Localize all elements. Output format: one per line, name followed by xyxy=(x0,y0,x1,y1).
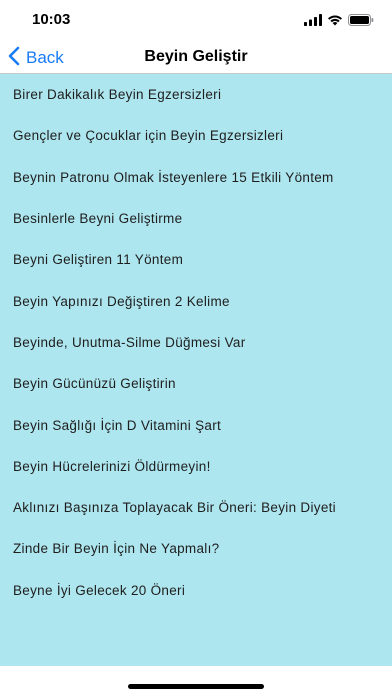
page-title: Beyin Geliştir xyxy=(144,48,248,65)
list-item[interactable]: Aklınızı Başınıza Toplayacak Bir Öneri: … xyxy=(0,487,392,528)
list-item[interactable]: Beyinde, Unutma-Silme Düğmesi Var xyxy=(0,322,392,363)
list-item[interactable]: Beyni Geliştiren 11 Yöntem xyxy=(0,239,392,280)
list-item[interactable]: Zinde Bir Beyin İçin Ne Yapmalı? xyxy=(0,528,392,569)
list-item-label: Beyin Yapınızı Değiştiren 2 Kelime xyxy=(13,293,230,309)
list-item-label: Aklınızı Başınıza Toplayacak Bir Öneri: … xyxy=(13,500,336,516)
list-item-label: Beyin Hücrelerinizi Öldürmeyin! xyxy=(13,458,211,474)
list-item[interactable]: Beyin Sağlığı İçin D Vitamini Şart xyxy=(0,404,392,445)
signal-icon xyxy=(304,13,322,31)
list-item-label: Beyinde, Unutma-Silme Düğmesi Var xyxy=(13,334,246,350)
list-item-label: Birer Dakikalık Beyin Egzersizleri xyxy=(13,87,222,103)
home-indicator[interactable] xyxy=(128,684,264,689)
list-item-label: Beyin Gücünüzü Geliştirin xyxy=(13,376,176,392)
list-item[interactable]: Besinlerle Beyni Geliştirme xyxy=(0,198,392,239)
list-item[interactable]: Gençler ve Çocuklar için Beyin Egzersizl… xyxy=(0,115,392,156)
topic-list: Birer Dakikalık Beyin Egzersizleri Gençl… xyxy=(0,74,392,666)
list-item-label: Beyin Sağlığı İçin D Vitamini Şart xyxy=(13,417,222,433)
status-time: 10:03 xyxy=(32,11,71,28)
battery-icon xyxy=(348,13,374,31)
list-item-label: Zinde Bir Beyin İçin Ne Yapmalı? xyxy=(13,541,220,557)
list-item[interactable]: Beyin Hücrelerinizi Öldürmeyin! xyxy=(0,446,392,487)
list-item-label: Beyne İyi Gelecek 20 Öneri xyxy=(13,582,186,598)
wifi-icon xyxy=(327,13,343,31)
status-bar: 10:03 xyxy=(0,0,392,44)
list-item[interactable]: Birer Dakikalık Beyin Egzersizleri xyxy=(0,74,392,115)
status-icons xyxy=(304,13,374,31)
list-item[interactable]: Beyin Yapınızı Değiştiren 2 Kelime xyxy=(0,280,392,321)
list-item[interactable]: Beyin Gücünüzü Geliştirin xyxy=(0,363,392,404)
list-item[interactable]: Beynin Patronu Olmak İsteyenlere 15 Etki… xyxy=(0,157,392,198)
list-item-label: Gençler ve Çocuklar için Beyin Egzersizl… xyxy=(13,128,284,144)
app-screen: 10:03 Back Beyin Geliştir Birer Dakikalı… xyxy=(0,0,392,696)
navigation-bar: Back Beyin Geliştir xyxy=(0,44,392,74)
list-item[interactable]: Beyne İyi Gelecek 20 Öneri xyxy=(0,570,392,611)
list-item-label: Beyni Geliştiren 11 Yöntem xyxy=(13,252,184,268)
list-item-label: Besinlerle Beyni Geliştirme xyxy=(13,211,183,227)
list-item-label: Beynin Patronu Olmak İsteyenlere 15 Etki… xyxy=(13,169,334,185)
home-indicator-area xyxy=(0,666,392,696)
